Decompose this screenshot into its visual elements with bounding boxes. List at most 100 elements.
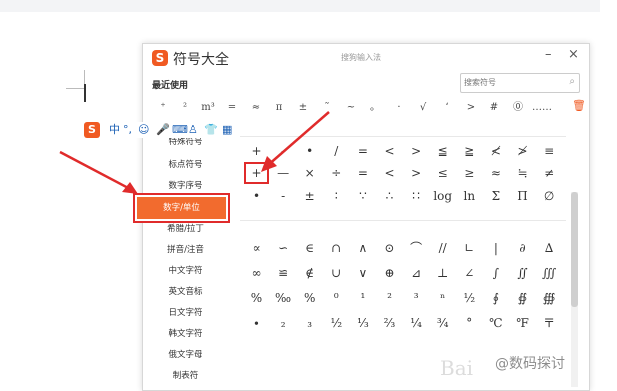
symbol-cell[interactable]: ÷: [324, 162, 349, 184]
symbol-cell[interactable]: ≮: [483, 140, 508, 162]
symbol-cell[interactable]: ∯: [510, 287, 535, 309]
recent-symbol[interactable]: π: [269, 99, 289, 117]
symbol-cell[interactable]: +: [244, 162, 269, 184]
symbol-cell[interactable]: -: [271, 140, 296, 162]
ime-chinese-mode[interactable]: 中: [109, 122, 120, 138]
symbol-cell[interactable]: •: [297, 140, 322, 162]
search-input[interactable]: [464, 76, 559, 89]
microphone-icon[interactable]: 🎤: [156, 122, 170, 138]
scrollbar[interactable]: [571, 192, 578, 387]
sidebar-item[interactable]: 日文字符: [143, 305, 228, 321]
symbol-cell[interactable]: °: [457, 312, 482, 334]
recent-symbol[interactable]: ±: [293, 99, 313, 117]
symbol-cell[interactable]: ∙: [244, 312, 269, 334]
symbol-cell[interactable]: ∩: [324, 237, 349, 259]
symbol-cell[interactable]: ≤: [430, 162, 455, 184]
sidebar-item[interactable]: 标点符号: [143, 157, 228, 173]
sidebar-item[interactable]: 俄文字母: [143, 347, 228, 363]
symbol-cell[interactable]: ¹: [350, 287, 375, 309]
sidebar-item[interactable]: 数字/单位: [137, 197, 226, 219]
symbol-cell[interactable]: ∂: [510, 237, 535, 259]
symbol-cell[interactable]: ≈: [483, 162, 508, 184]
scroll-thumb[interactable]: [571, 192, 578, 307]
symbol-cell[interactable]: ∉: [297, 262, 322, 284]
symbol-cell[interactable]: ⁰: [324, 287, 349, 309]
symbol-cell[interactable]: ³: [404, 287, 429, 309]
symbol-cell[interactable]: ≯: [510, 140, 535, 162]
symbol-cell[interactable]: ≠: [537, 162, 562, 184]
ime-punctuation[interactable]: °,: [123, 122, 132, 138]
symbol-cell[interactable]: ‰: [271, 287, 296, 309]
sidebar-item[interactable]: 制表符: [143, 368, 228, 384]
sidebar-item[interactable]: 英文音标: [143, 284, 228, 300]
ime-logo-icon[interactable]: S: [84, 122, 100, 138]
trash-icon[interactable]: 🗑: [572, 99, 586, 112]
recent-symbol[interactable]: ·: [389, 99, 409, 117]
symbol-cell[interactable]: ∽: [271, 237, 296, 259]
symbol-cell[interactable]: ∵: [350, 185, 375, 207]
symbol-cell[interactable]: ⊙: [377, 237, 402, 259]
recent-symbol[interactable]: ……: [532, 99, 552, 117]
symbol-cell[interactable]: ∰: [537, 287, 562, 309]
symbol-cell[interactable]: ≡: [537, 140, 562, 162]
symbol-cell[interactable]: ∮: [483, 287, 508, 309]
close-button[interactable]: ×: [568, 47, 579, 62]
symbol-cell[interactable]: <: [377, 162, 402, 184]
recent-symbol[interactable]: ²: [175, 99, 195, 117]
symbol-cell[interactable]: 〒: [537, 312, 562, 334]
symbol-cell[interactable]: %: [297, 287, 322, 309]
skin-icon[interactable]: 👕: [204, 122, 218, 138]
symbol-cell[interactable]: ∧: [350, 237, 375, 259]
recent-symbol[interactable]: ~: [341, 99, 361, 117]
symbol-cell[interactable]: ×: [297, 162, 322, 184]
symbol-cell[interactable]: //: [430, 237, 455, 259]
recent-symbol[interactable]: ≈: [246, 99, 266, 117]
symbol-cell[interactable]: ∪: [324, 262, 349, 284]
symbol-cell[interactable]: ²: [377, 287, 402, 309]
symbol-cell[interactable]: ∭: [537, 262, 562, 284]
sidebar-item[interactable]: 韩文字符: [143, 326, 228, 342]
search-icon[interactable]: ⌕: [569, 76, 575, 87]
symbol-cell[interactable]: ∈: [297, 237, 322, 259]
recent-symbol[interactable]: 。: [365, 99, 385, 117]
symbol-cell[interactable]: ℃: [483, 312, 508, 334]
minimize-button[interactable]: –: [545, 47, 552, 62]
symbol-cell[interactable]: >: [404, 162, 429, 184]
symbol-cell[interactable]: ≌: [271, 262, 296, 284]
symbol-cell[interactable]: ∠: [457, 262, 482, 284]
symbol-cell[interactable]: ∷: [404, 185, 429, 207]
recent-symbol[interactable]: m³: [198, 99, 218, 117]
symbol-cell[interactable]: ⌒: [404, 237, 429, 259]
symbol-cell[interactable]: ∫: [483, 262, 508, 284]
symbol-cell[interactable]: ±: [297, 185, 322, 207]
symbol-cell[interactable]: ≦: [430, 140, 455, 162]
symbol-cell[interactable]: ∨: [350, 262, 375, 284]
symbol-cell[interactable]: ₃: [297, 312, 322, 334]
symbol-cell[interactable]: Π: [510, 185, 535, 207]
symbol-cell[interactable]: —: [271, 162, 296, 184]
symbol-cell[interactable]: %: [244, 287, 269, 309]
symbol-cell[interactable]: ≒: [510, 162, 535, 184]
grid-menu-icon[interactable]: ▦: [222, 122, 232, 138]
search-box[interactable]: ⌕: [460, 73, 580, 93]
symbol-cell[interactable]: log: [430, 185, 455, 207]
symbol-cell[interactable]: ∬: [510, 262, 535, 284]
symbol-cell[interactable]: ≥: [457, 162, 482, 184]
symbol-cell[interactable]: ⁿ: [430, 287, 455, 309]
symbol-cell[interactable]: >: [404, 140, 429, 162]
symbol-cell[interactable]: ½: [324, 312, 349, 334]
symbol-cell[interactable]: ½: [457, 287, 482, 309]
recent-symbol[interactable]: #: [484, 99, 504, 117]
keyboard-icon[interactable]: ⌨: [172, 122, 188, 138]
symbol-cell[interactable]: ∆: [537, 237, 562, 259]
symbol-cell[interactable]: /: [324, 140, 349, 162]
symbol-cell[interactable]: ⅔: [377, 312, 402, 334]
symbol-cell[interactable]: ≧: [457, 140, 482, 162]
recent-symbol[interactable]: √: [413, 99, 433, 117]
symbol-cell[interactable]: ⅓: [350, 312, 375, 334]
recent-symbol[interactable]: ⓪: [508, 99, 528, 117]
symbol-cell[interactable]: ∴: [377, 185, 402, 207]
recent-symbol[interactable]: ˜: [317, 99, 337, 117]
symbol-cell[interactable]: ∟: [457, 237, 482, 259]
symbol-cell[interactable]: =: [350, 140, 375, 162]
